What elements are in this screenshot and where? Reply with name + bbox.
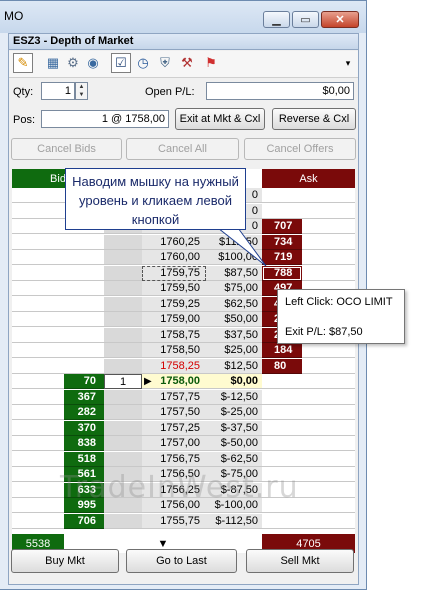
watermark: TradeInWest.ru: [60, 470, 299, 505]
tooltip-exit-pl: Exit P/L: $87,50: [285, 326, 363, 338]
annotation-callout: Наводим мышку на нужный уровень и кликае…: [65, 168, 246, 230]
tooltip-action: Left Click: OCO LIMIT: [285, 296, 393, 308]
hover-tooltip: Left Click: OCO LIMIT Exit P/L: $87,50: [277, 289, 405, 344]
